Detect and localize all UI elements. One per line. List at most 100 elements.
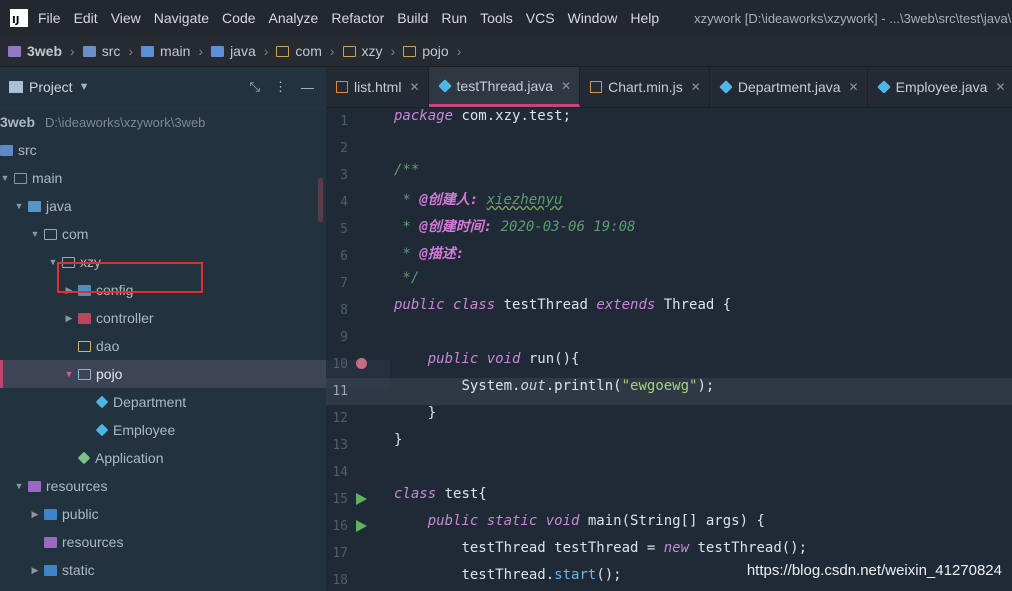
chevron-down-icon[interactable]: ▼ [30,229,40,239]
keyword: public static void [427,513,580,529]
tree-item-label: main [32,170,63,186]
web-folder-icon [44,564,57,576]
tab-department-java[interactable]: Department.java ✕ [710,67,868,107]
code-line-3: /** [394,162,419,189]
tree-item-resources[interactable]: ▼ resources [0,472,340,500]
tree-item-label: Department [113,394,187,410]
chevron-down-icon[interactable]: ▼ [79,81,90,93]
keyword: new [663,540,690,556]
close-icon[interactable]: ✕ [691,80,701,94]
breadcrumb-item-com[interactable]: com › [276,43,342,59]
tree-item-resources-sub[interactable]: resources [0,528,370,556]
chevron-down-icon[interactable]: ▼ [14,481,24,491]
folder-icon [14,172,27,184]
menu-tools[interactable]: Tools [480,10,513,26]
code-editor[interactable]: 1 2 3 4 5 6 7 8 9 10 11 12 13 14 15 16 1… [326,108,1012,591]
menu-run[interactable]: Run [441,10,467,26]
project-panel-scrollbar[interactable] [318,178,323,222]
chevron-down-icon[interactable]: ▼ [0,173,10,183]
chevron-right-icon: › [329,43,335,59]
collapse-all-icon[interactable]: ⤡ [250,79,260,95]
java-class-icon [95,423,109,437]
comment: /** [394,162,420,178]
tree-item-main[interactable]: ▼ main [0,164,326,192]
project-panel-title[interactable]: Project [29,79,73,95]
js-file-icon [590,81,603,93]
tree-item-public[interactable]: ▶ public [0,500,356,528]
package-icon [44,228,57,240]
breadcrumb-label: java [230,43,256,59]
chevron-right-icon: › [390,43,396,59]
menu-file[interactable]: File [38,10,61,26]
comment: * [394,192,420,208]
keyword: class [394,486,437,502]
chevron-right-icon: › [263,43,269,59]
tree-item-java[interactable]: ▼ java [0,192,340,220]
tab-employee-java[interactable]: Employee.java ✕ [868,67,1012,107]
menu-window[interactable]: Window [568,10,618,26]
keyword: package [394,108,454,124]
doc-tag: @描述: [419,246,465,262]
method-call: .println( [545,378,622,394]
run-icon[interactable] [356,493,367,505]
tree-item-label: dao [96,338,120,354]
chevron-right-icon[interactable]: ▶ [30,565,40,576]
project-icon [8,45,21,57]
doc-value: 2020-03-06 19:08 [500,219,636,235]
run-icon[interactable] [356,520,367,532]
tree-item-static[interactable]: ▶ static [0,556,356,584]
tab-chart-min-js[interactable]: Chart.min.js ✕ [580,67,710,107]
menu-analyze[interactable]: Analyze [269,10,319,26]
editor-tabs: list.html ✕ testThread.java ✕ Chart.min.… [326,67,1012,108]
breadcrumb-label: xzy [361,43,383,59]
code-line-18: testThread.start(); [394,567,621,591]
menu-edit[interactable]: Edit [74,10,98,26]
close-icon[interactable]: ✕ [849,80,859,94]
class-name: test{ [436,486,487,502]
chevron-right-icon: › [128,43,134,59]
tab-list-html[interactable]: list.html ✕ [326,67,429,107]
menu-navigate[interactable]: Navigate [154,10,209,26]
override-method-icon[interactable] [356,358,367,369]
package-icon [276,45,290,57]
breadcrumb-item-src[interactable]: src › [82,43,141,59]
menu-vcs[interactable]: VCS [526,10,555,26]
intellij-logo-icon: IJ [10,9,28,27]
breadcrumb-item-java[interactable]: java › [211,43,276,59]
chevron-right-icon[interactable]: ▶ [30,509,40,520]
tree-item-src[interactable]: src [0,136,326,164]
breadcrumb-item-xzy[interactable]: xzy › [342,43,404,59]
chevron-down-icon[interactable]: ▼ [64,369,74,379]
tree-item-label: resources [46,478,108,494]
minimize-icon[interactable]: — [301,80,314,95]
tab-testthread-java[interactable]: testThread.java ✕ [428,67,581,107]
window-title: xzywork [D:\ideaworks\xzywork] - ...\3we… [694,10,1012,26]
chevron-right-icon[interactable]: ▶ [64,313,74,324]
breadcrumb-item-pojo[interactable]: pojo › [403,43,469,59]
tab-label: testThread.java [456,77,554,94]
java-class-icon [95,395,109,409]
method-call: start [554,567,597,583]
menu-view[interactable]: View [111,10,141,26]
source-folder-icon [28,200,41,212]
chevron-down-icon[interactable]: ▼ [14,201,24,211]
menu-help[interactable]: Help [630,10,659,26]
menu-code[interactable]: Code [222,10,255,26]
menu-build[interactable]: Build [397,10,428,26]
code-line-6: * @描述: [394,243,464,270]
close-icon[interactable]: ✕ [995,80,1005,94]
highlight-box [57,262,203,293]
breadcrumb-item-3web[interactable]: 3web › [8,43,83,59]
more-options-icon[interactable]: ⋮ [274,79,287,95]
menu-refactor[interactable]: Refactor [331,10,384,26]
line-number: 11 [332,384,348,399]
controller-package-icon [78,312,91,324]
breadcrumb-item-main[interactable]: main › [141,43,211,59]
tree-item-com[interactable]: ▼ com [0,220,356,248]
close-icon[interactable]: ✕ [409,80,419,94]
close-icon[interactable]: ✕ [561,79,571,93]
tree-item-3web[interactable]: 3web D:\ideaworks\xzywork\3web [0,108,326,136]
